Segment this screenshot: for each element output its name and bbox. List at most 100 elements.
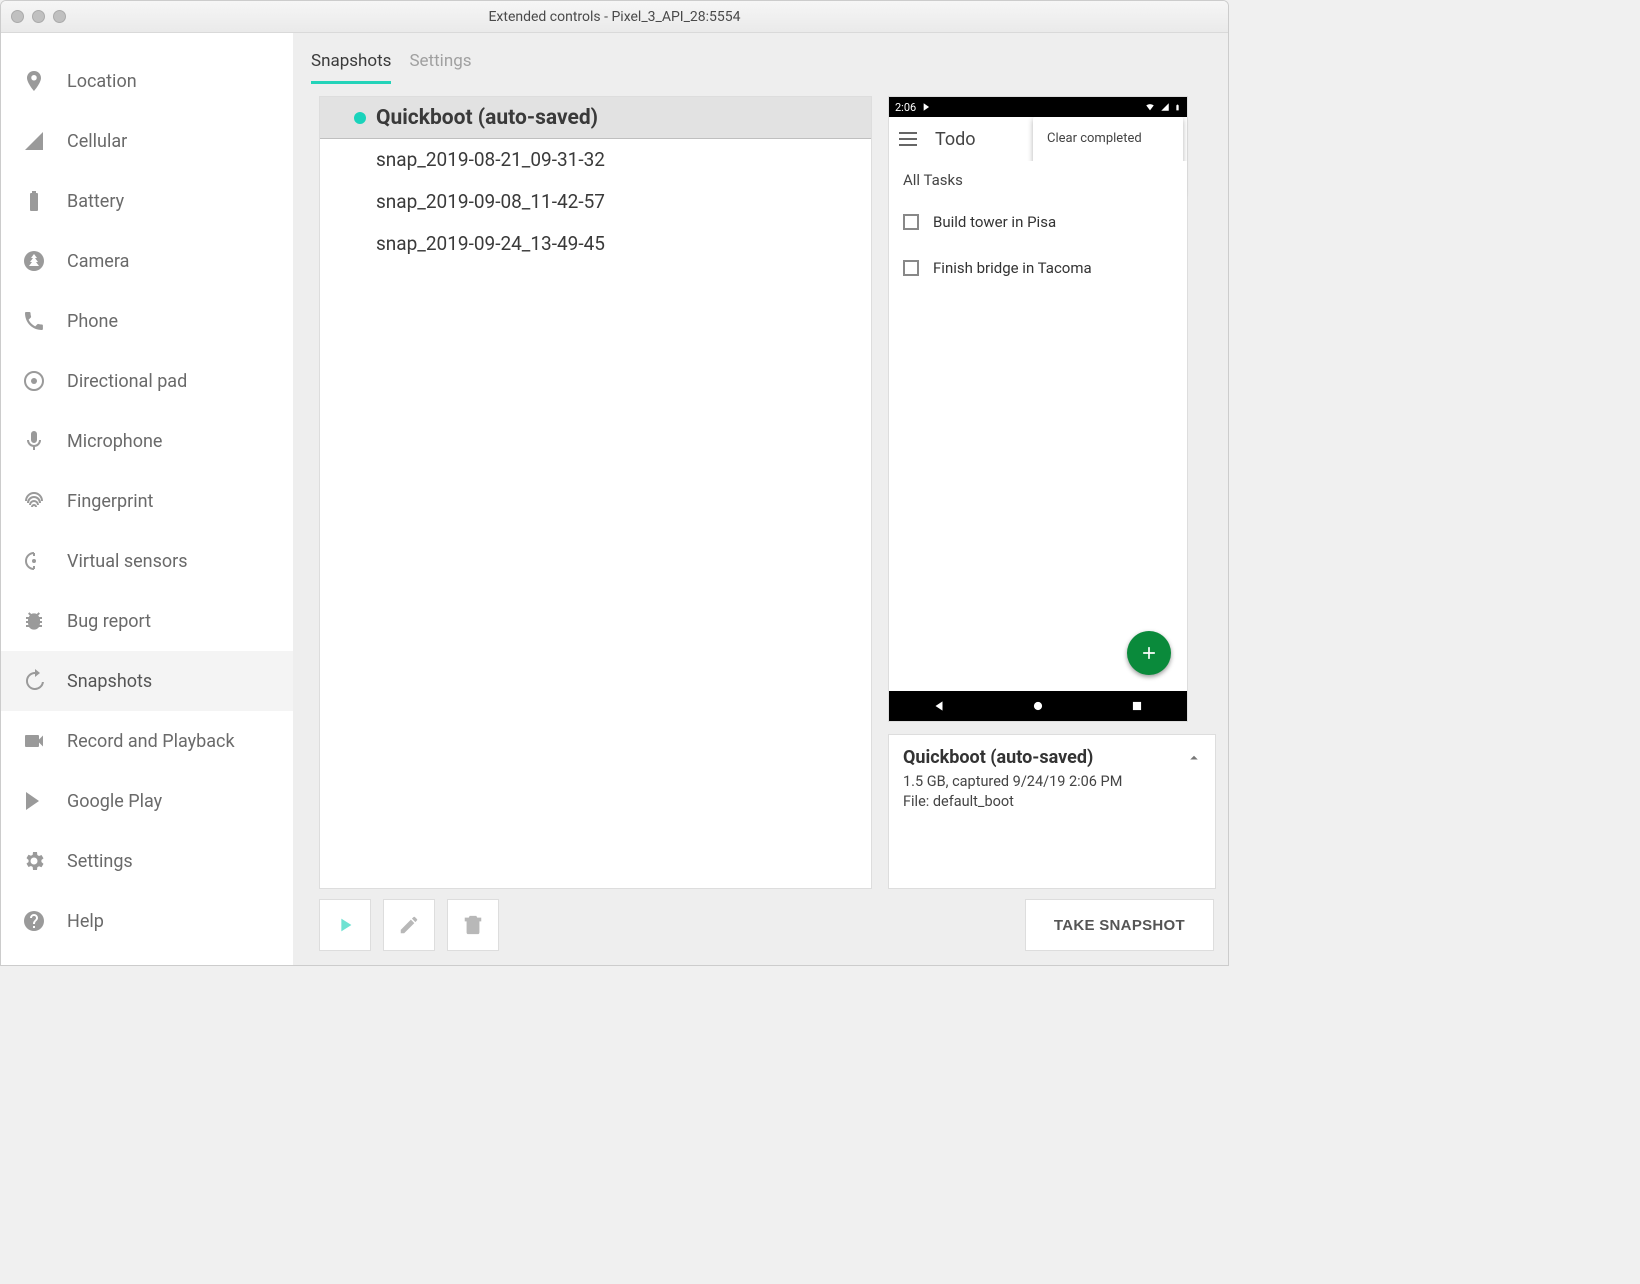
sidebar-item-label: Cellular [67,131,127,152]
close-window-button[interactable] [11,10,24,23]
task-row[interactable]: Build tower in Pisa [889,199,1187,245]
help-icon [21,908,47,934]
sidebar-item-label: Microphone [67,431,162,452]
run-snapshot-button[interactable] [319,899,371,951]
pencil-icon [398,914,420,936]
sidebar-item-phone[interactable]: Phone [1,291,293,351]
task-label: Build tower in Pisa [933,213,1056,231]
app-title: Todo [935,129,976,150]
cellular-icon [21,128,47,154]
sidebar-item-dpad[interactable]: Directional pad [1,351,293,411]
details-size-date: 1.5 GB, captured 9/24/19 2:06 PM [903,772,1201,792]
fab-add-button[interactable] [1127,631,1171,675]
main-panel: Snapshots Settings Quickboot (auto-saved… [293,33,1228,965]
snapshot-name: snap_2019-08-21_09-31-32 [376,148,605,171]
details-file: File: default_boot [903,792,1201,812]
device-preview: 2:06 Todo [888,96,1188,722]
snapshot-row-quickboot[interactable]: Quickboot (auto-saved) [320,97,871,139]
sidebar-item-label: Battery [67,191,124,212]
tasks-subheader: All Tasks [889,161,1187,199]
extended-controls-window: Extended controls - Pixel_3_API_28:5554 … [0,0,1229,966]
sidebar-item-mic[interactable]: Microphone [1,411,293,471]
sidebar-item-fingerprint[interactable]: Fingerprint [1,471,293,531]
sidebar-item-label: Location [67,71,137,92]
edit-snapshot-button[interactable] [383,899,435,951]
sidebar-item-label: Phone [67,311,118,332]
sidebar-item-record[interactable]: Record and Playback [1,711,293,771]
nav-back-icon[interactable] [932,699,946,713]
location-icon [21,68,47,94]
dpad-icon [21,368,47,394]
snapshots-icon [21,668,47,694]
android-navbar [889,691,1187,721]
maximize-window-button[interactable] [53,10,66,23]
app-bar: Todo Clear completed Refresh [889,117,1187,161]
mic-icon [21,428,47,454]
chevron-up-icon [1185,749,1203,767]
nav-recents-icon[interactable] [1130,699,1144,713]
camera-icon [21,248,47,274]
statusbar-time: 2:06 [895,101,916,114]
sidebar-item-label: Directional pad [67,371,187,392]
play-store-notif-icon [922,102,932,112]
sensors-icon [21,548,47,574]
sidebar-item-battery[interactable]: Battery [1,171,293,231]
sidebar-item-location[interactable]: Location [1,51,293,111]
snapshot-row[interactable]: snap_2019-09-08_11-42-57 [320,181,871,223]
sidebar-item-sensors[interactable]: Virtual sensors [1,531,293,591]
window-controls [11,10,66,23]
titlebar: Extended controls - Pixel_3_API_28:5554 [1,1,1228,33]
task-label: Finish bridge in Tacoma [933,259,1092,277]
trash-icon [462,914,484,936]
collapse-details-button[interactable] [1185,749,1203,771]
take-snapshot-button[interactable]: TAKE SNAPSHOT [1025,899,1214,951]
checkbox-icon[interactable] [903,260,919,276]
googleplay-icon [21,788,47,814]
record-icon [21,728,47,754]
action-bar: TAKE SNAPSHOT [293,889,1228,965]
sidebar-item-cellular[interactable]: Cellular [1,111,293,171]
snapshot-name: snap_2019-09-24_13-49-45 [376,232,605,255]
tabs: Snapshots Settings [293,33,1228,84]
tab-settings[interactable]: Settings [409,51,471,84]
sidebar-item-snapshots[interactable]: Snapshots [1,651,293,711]
sidebar-item-label: Bug report [67,611,151,632]
bug-icon [21,608,47,634]
snapshot-name: snap_2019-09-08_11-42-57 [376,190,605,213]
sidebar-item-label: Camera [67,251,129,272]
sidebar-item-label: Virtual sensors [67,551,188,572]
sidebar-item-label: Settings [67,851,133,872]
sidebar-item-camera[interactable]: Camera [1,231,293,291]
delete-snapshot-button[interactable] [447,899,499,951]
snapshot-row[interactable]: snap_2019-08-21_09-31-32 [320,139,871,181]
plus-icon [1139,643,1159,663]
battery-status-icon [1174,102,1181,113]
hamburger-icon[interactable] [899,132,917,146]
sidebar-item-label: Fingerprint [67,491,153,512]
task-row[interactable]: Finish bridge in Tacoma [889,245,1187,291]
fingerprint-icon [21,488,47,514]
sidebar-item-googleplay[interactable]: Google Play [1,771,293,831]
phone-icon [21,308,47,334]
details-title: Quickboot (auto-saved) [903,747,1201,768]
sidebar-item-label: Snapshots [67,671,152,692]
snapshot-row[interactable]: snap_2019-09-24_13-49-45 [320,223,871,265]
sidebar-item-bug[interactable]: Bug report [1,591,293,651]
menu-item-clear-completed[interactable]: Clear completed [1033,121,1183,156]
tab-snapshots[interactable]: Snapshots [311,51,391,84]
snapshot-name: Quickboot (auto-saved) [376,106,598,130]
checkbox-icon[interactable] [903,214,919,230]
sidebar-item-label: Google Play [67,791,162,812]
window-title: Extended controls - Pixel_3_API_28:5554 [1,9,1228,25]
sidebar-item-label: Help [67,911,104,932]
sidebar-item-settings[interactable]: Settings [1,831,293,891]
minimize-window-button[interactable] [32,10,45,23]
nav-home-icon[interactable] [1031,699,1045,713]
status-dot-icon [354,112,366,124]
sidebar-item-help[interactable]: Help [1,891,293,951]
app-screen: All Tasks Build tower in Pisa Finish bri… [889,161,1187,691]
preview-column: 2:06 Todo [888,96,1216,889]
battery-icon [21,188,47,214]
snapshot-details: Quickboot (auto-saved) 1.5 GB, captured … [888,734,1216,889]
sidebar-item-label: Record and Playback [67,731,235,752]
